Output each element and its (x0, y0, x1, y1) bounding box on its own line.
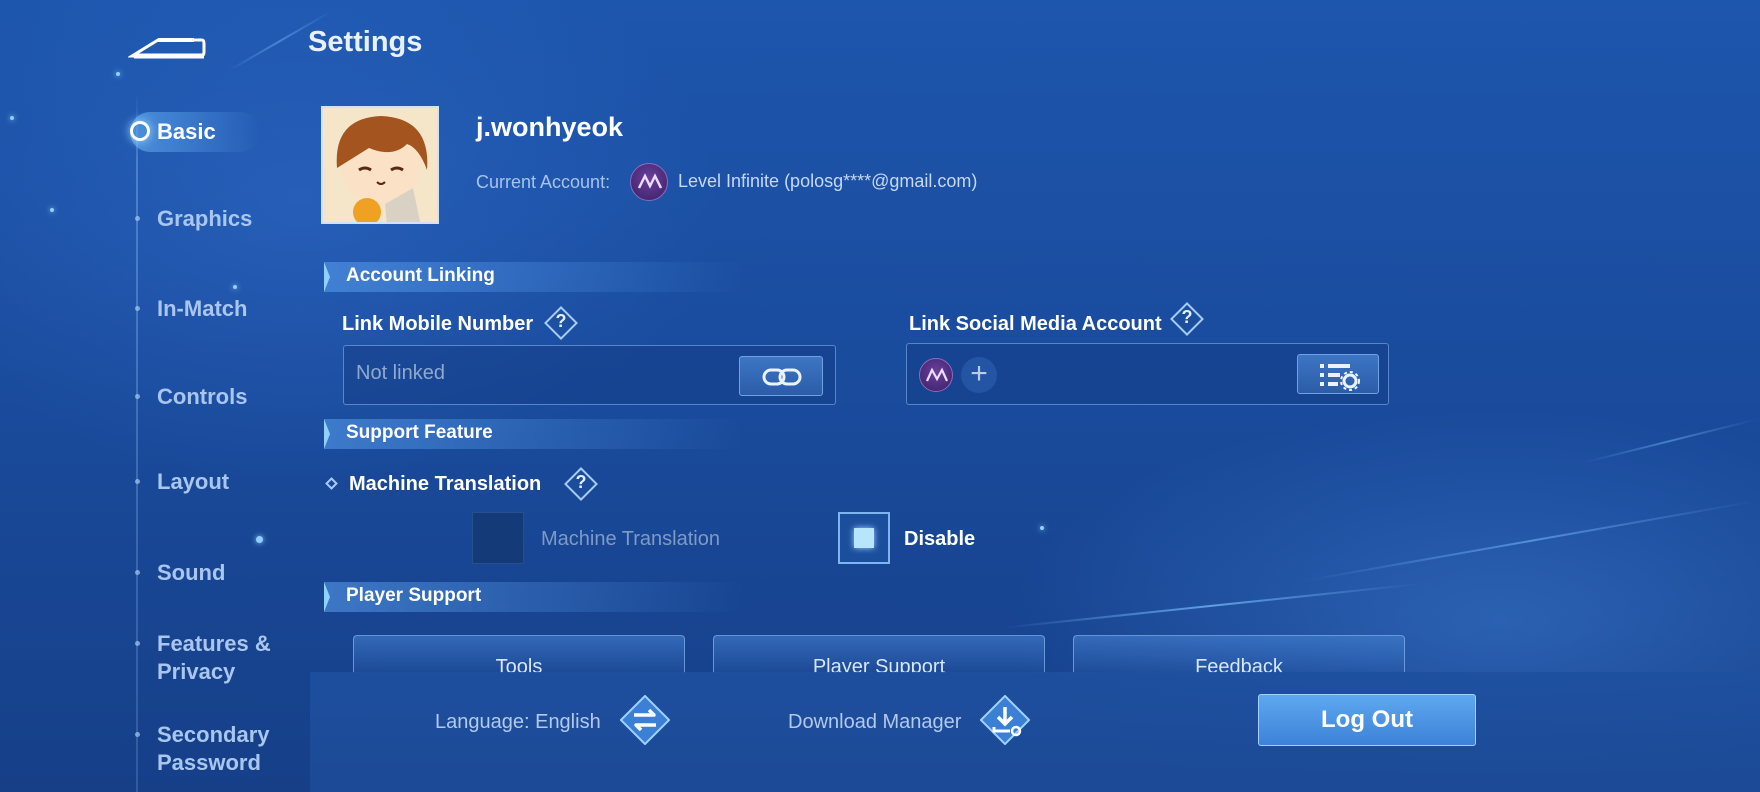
question-icon: ? (1181, 307, 1193, 327)
level-infinite-logo-icon (919, 358, 953, 392)
bullet-icon (135, 570, 140, 575)
bullet-icon (135, 732, 140, 737)
question-icon: ? (555, 311, 567, 331)
back-arrow-icon (126, 38, 206, 59)
diamond-bullet-icon (325, 477, 338, 490)
bullet-icon (135, 216, 140, 221)
sidebar-item-controls[interactable]: Controls (135, 383, 247, 411)
add-social-icon[interactable]: + (961, 357, 997, 393)
link-mobile-label: Link Mobile Number (342, 313, 534, 335)
sidebar-item-basic[interactable]: Basic (157, 118, 216, 146)
sidebar-item-in-match[interactable]: In-Match (135, 295, 247, 323)
current-account-label: Current Account: (476, 172, 611, 192)
logout-button[interactable]: Log Out (1258, 694, 1476, 746)
translation-help-button[interactable]: ? (564, 467, 598, 501)
username: j.wonhyeok (476, 112, 624, 142)
bullet-icon (135, 641, 140, 646)
decorative-dot (256, 536, 263, 543)
decorative-dot (50, 208, 54, 212)
player-support-button[interactable]: Player Support (713, 635, 1045, 673)
chain-link-icon (762, 368, 802, 386)
sidebar-item-secondary-password[interactable]: Secondary Password (135, 721, 270, 777)
decorative-dot (1040, 526, 1044, 530)
machine-translation-option-label: Machine Translation (541, 528, 720, 550)
social-settings-button[interactable] (1297, 354, 1379, 394)
decorative-dot (233, 285, 237, 289)
sidebar-item-graphics[interactable]: Graphics (135, 205, 252, 233)
social-help-button[interactable]: ? (1170, 302, 1204, 336)
question-icon: ? (575, 472, 587, 492)
language-switch-button[interactable] (619, 694, 671, 746)
link-social-label: Link Social Media Account (909, 313, 1162, 335)
mobile-number-field[interactable]: Not linked (343, 345, 836, 405)
decorative-dot (10, 116, 14, 120)
account-linking-header: Account Linking (324, 262, 744, 292)
level-infinite-logo-icon (630, 163, 668, 201)
download-manager-button[interactable] (979, 694, 1031, 746)
decorative-streak (1582, 418, 1758, 464)
avatar-image (323, 108, 437, 222)
disable-option-label: Disable (904, 528, 976, 550)
sidebar-item-layout[interactable]: Layout (135, 468, 229, 496)
decorative-dot (116, 72, 120, 76)
back-button[interactable] (126, 26, 208, 60)
mobile-help-button[interactable]: ? (544, 306, 578, 340)
page-title: Settings (308, 26, 423, 58)
sidebar-track (136, 92, 138, 792)
swap-arrows-icon (619, 694, 671, 746)
bullet-icon (135, 394, 140, 399)
list-settings-icon (1320, 364, 1360, 391)
feedback-button[interactable]: Feedback (1073, 635, 1405, 673)
avatar[interactable] (321, 106, 439, 224)
tools-button[interactable]: Tools (353, 635, 685, 673)
link-mobile-button[interactable] (739, 356, 823, 396)
decorative-streak (1303, 500, 1757, 582)
bullet-icon (135, 479, 140, 484)
download-manager-label[interactable]: Download Manager (788, 711, 961, 734)
language-label[interactable]: Language: English (435, 711, 601, 734)
sidebar-item-sound[interactable]: Sound (135, 559, 225, 587)
disable-checkbox[interactable] (838, 512, 890, 564)
current-account-value: Level Infinite (polosg****@gmail.com) (678, 171, 978, 191)
player-support-header: Player Support (324, 582, 744, 612)
sidebar-item-features-privacy[interactable]: Features & Privacy (135, 630, 271, 686)
machine-translation-checkbox[interactable] (472, 512, 524, 564)
decorative-streak (1001, 583, 1419, 629)
download-settings-icon (979, 694, 1031, 746)
sidebar-active-indicator (130, 121, 150, 141)
social-accounts-field: + (906, 343, 1389, 405)
bullet-icon (135, 306, 140, 311)
machine-translation-label: Machine Translation (349, 473, 542, 495)
support-feature-header: Support Feature (324, 419, 744, 449)
